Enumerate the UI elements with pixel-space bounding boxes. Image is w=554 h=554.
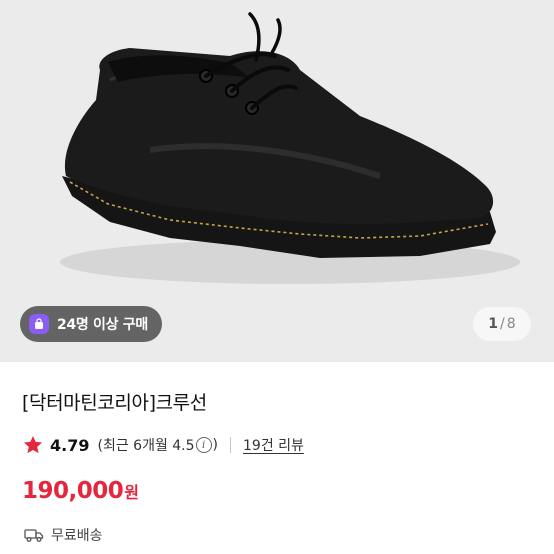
recent-rating-text: (최근 6개월 4.5 bbox=[97, 438, 195, 454]
product-image-carousel[interactable]: 24명 이상 구매 1 / 8 bbox=[0, 0, 554, 362]
recent-rating[interactable]: (최근 6개월 4.5 i ) bbox=[97, 435, 218, 455]
price-row: 190,000 원 bbox=[22, 478, 139, 504]
pager-current: 1 bbox=[488, 316, 499, 332]
rating-score: 4.79 bbox=[50, 435, 90, 455]
product-title: [닥터마틴코리아]크루선 bbox=[22, 392, 207, 414]
info-icon[interactable]: i bbox=[195, 437, 212, 453]
buyers-count-badge: 24명 이상 구매 bbox=[20, 306, 162, 342]
recent-rating-close: ) bbox=[212, 437, 219, 453]
star-icon bbox=[24, 436, 42, 454]
price: 190,000 bbox=[22, 478, 124, 504]
buyers-count-text: 24명 이상 구매 bbox=[57, 317, 148, 333]
shipping-text: 무료배송 bbox=[51, 528, 103, 544]
truck-icon bbox=[24, 529, 44, 542]
image-pager: 1 / 8 bbox=[473, 307, 531, 341]
divider bbox=[230, 437, 232, 453]
review-count-link[interactable]: 19건 리뷰 bbox=[243, 435, 304, 455]
shipping-row: 무료배송 bbox=[24, 525, 103, 545]
pager-separator: / bbox=[500, 316, 505, 332]
pager-total: 8 bbox=[506, 316, 516, 332]
rating-row: 4.79 (최근 6개월 4.5 i ) 19건 리뷰 bbox=[22, 432, 304, 458]
shopping-bag-icon bbox=[29, 314, 49, 334]
currency: 원 bbox=[124, 483, 139, 502]
